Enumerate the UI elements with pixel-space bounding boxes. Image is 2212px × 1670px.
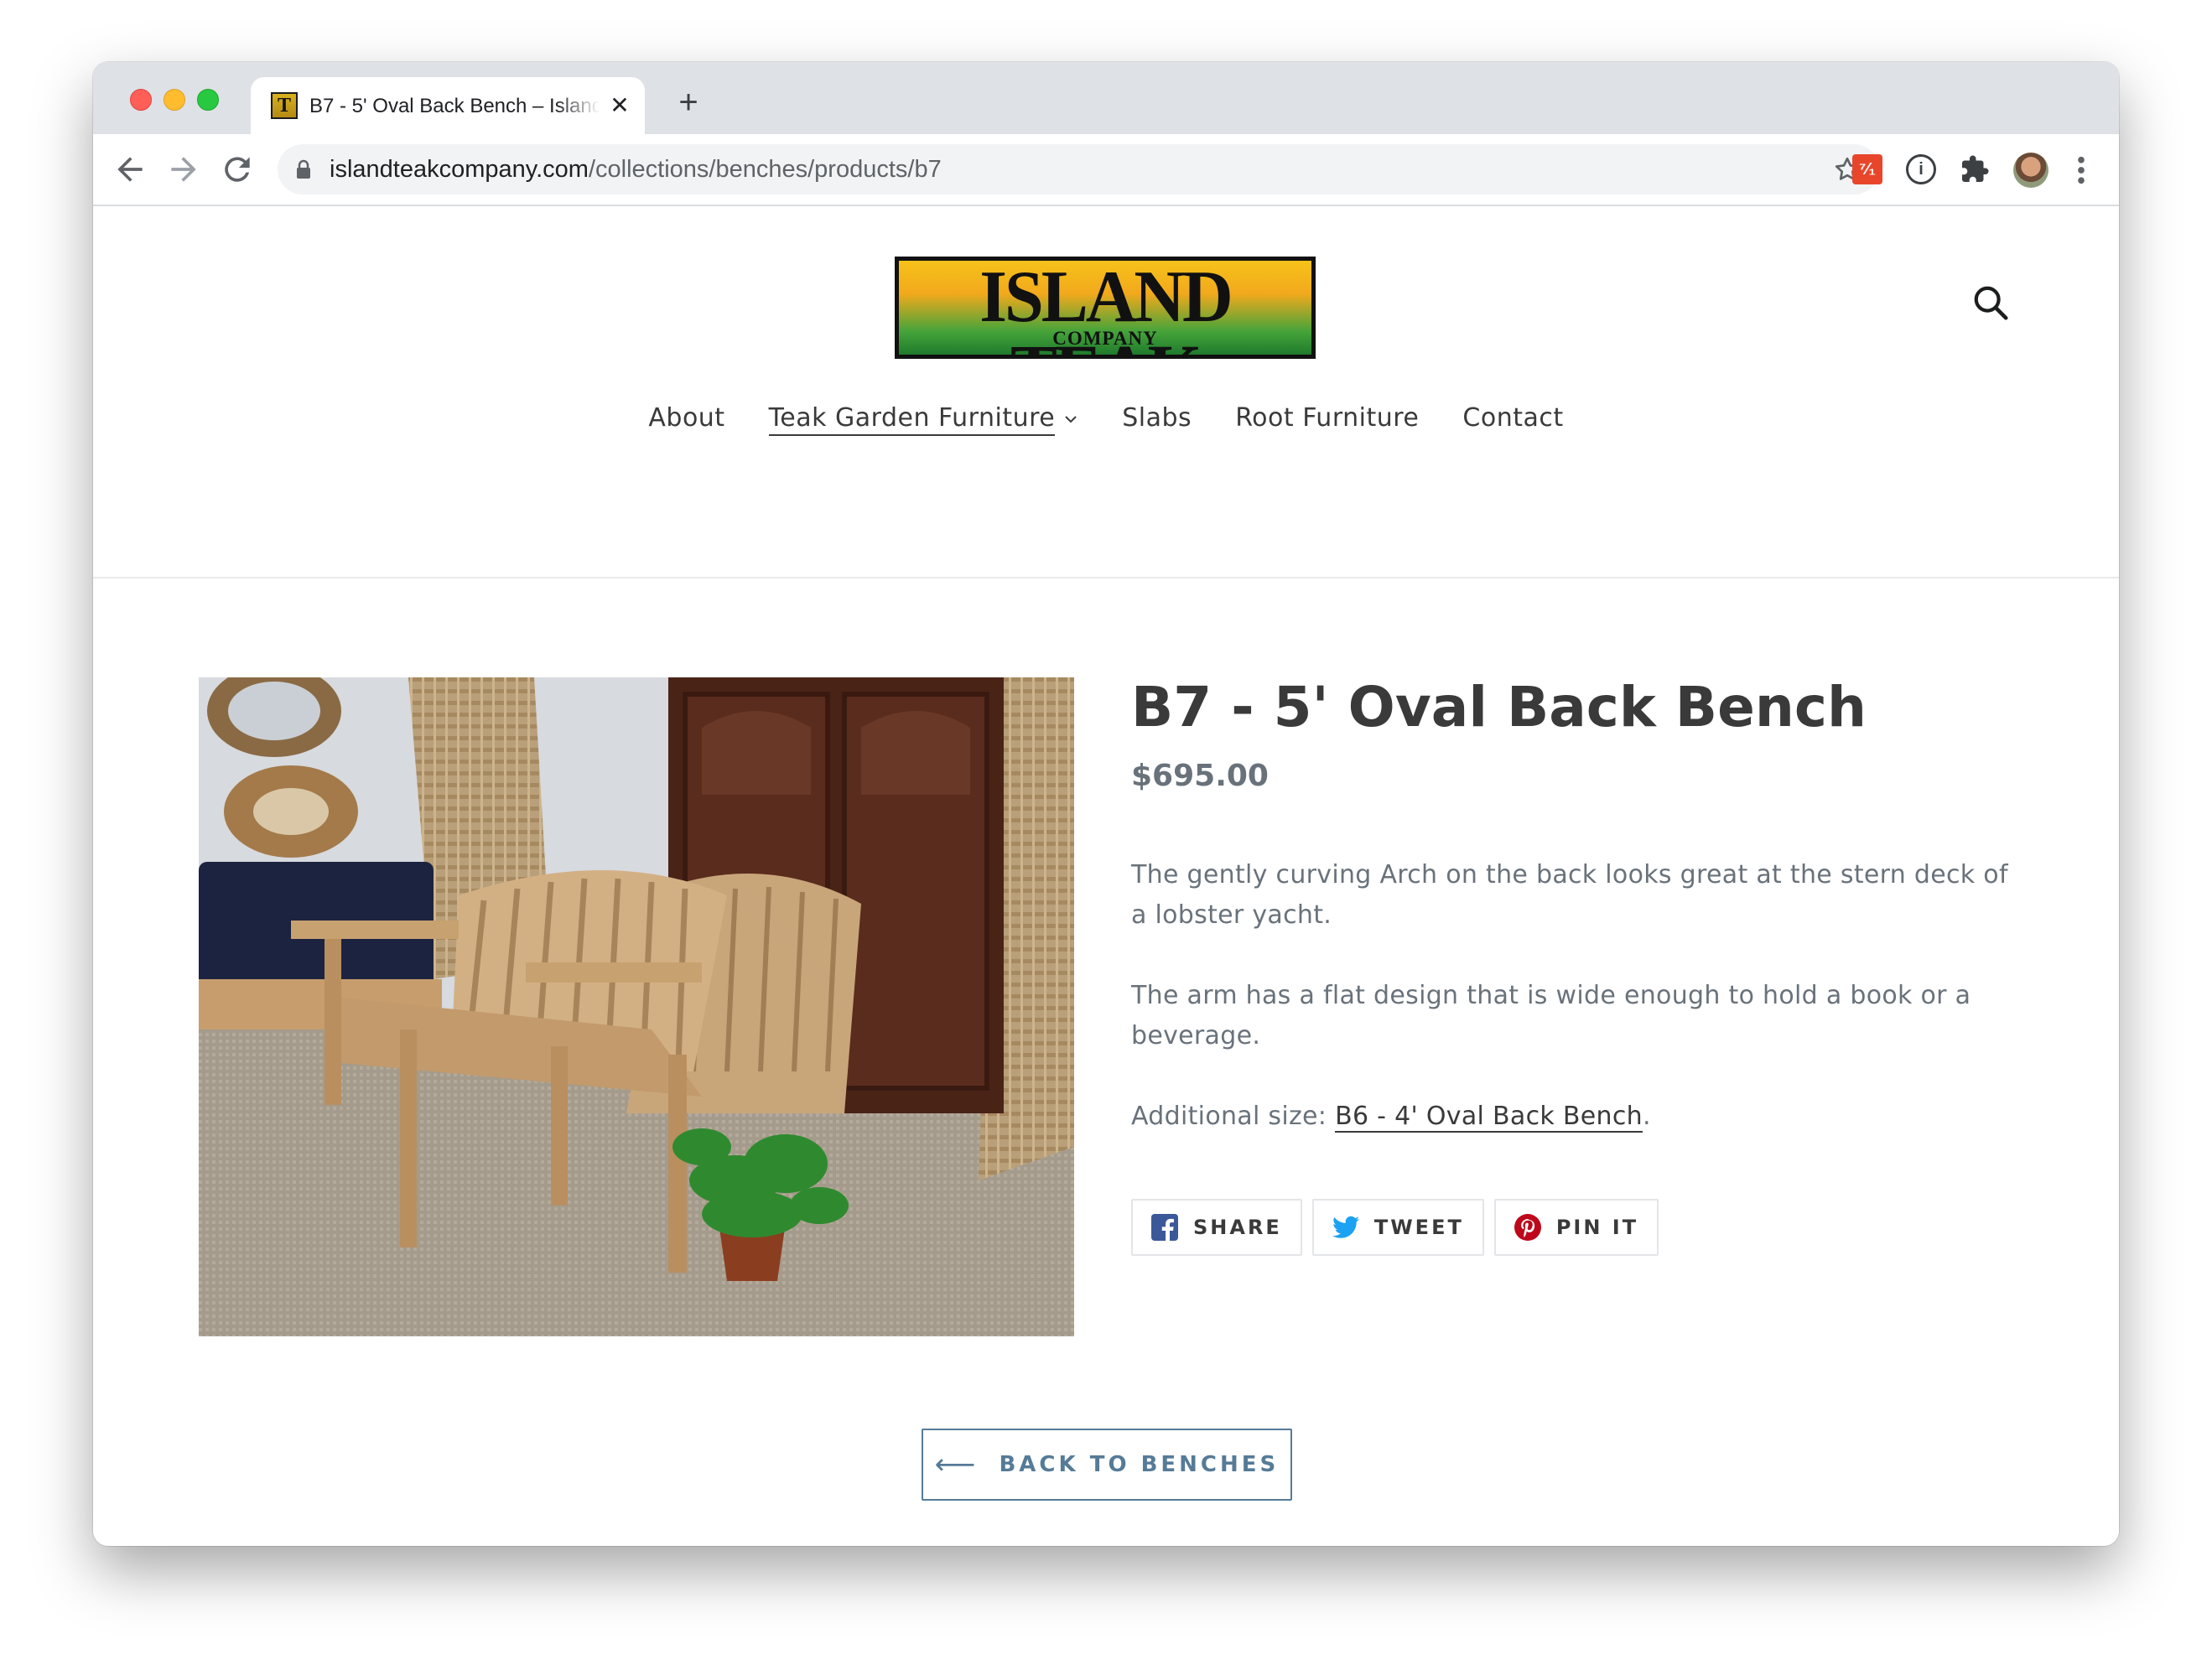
additional-size-link[interactable]: B6 - 4' Oval Back Bench — [1335, 1102, 1643, 1133]
twitter-icon — [1332, 1216, 1359, 1238]
site-logo[interactable]: ISLAND TEAK COMPANY — [895, 257, 1316, 359]
minimize-window-button[interactable] — [164, 89, 185, 111]
product-section: B7 - 5' Oval Back Bench $695.00 The gent… — [93, 578, 2119, 1546]
extension-icon-red[interactable]: ⁷⁄₁ — [1852, 154, 1882, 184]
nav-label-about: About — [648, 403, 725, 433]
new-tab-button[interactable]: + — [672, 86, 705, 119]
back-to-benches-button[interactable]: ⟵ BACK TO BENCHES — [922, 1429, 1292, 1501]
social-share-row: SHARE TWEET PIN IT — [1131, 1199, 1659, 1258]
facebook-icon — [1151, 1214, 1178, 1241]
nav-item-slabs[interactable]: Slabs — [1122, 397, 1192, 439]
site-favicon-icon: T — [271, 92, 298, 119]
chevron-down-icon — [1063, 398, 1078, 440]
nav-label-root-furniture: Root Furniture — [1235, 403, 1420, 433]
url-host: islandteakcompany.com — [330, 156, 589, 183]
left-arrow-icon: ⟵ — [934, 1448, 976, 1481]
back-arrow-icon[interactable] — [112, 151, 148, 188]
browser-toolbar: islandteakcompany.com/collections/benche… — [93, 134, 2119, 206]
lock-icon — [297, 159, 310, 179]
logo-sub-text: COMPANY — [1052, 328, 1158, 349]
nav-item-about[interactable]: About — [648, 397, 724, 439]
share-pinterest-label: PIN IT — [1555, 1216, 1639, 1239]
product-description-1: The gently curving Arch on the back look… — [1131, 860, 2008, 930]
profile-avatar[interactable] — [2013, 153, 2048, 188]
nav-item-contact[interactable]: Contact — [1462, 397, 1563, 439]
nav-label-teak-garden-furniture: Teak Garden Furniture — [768, 403, 1056, 436]
product-photo[interactable] — [199, 677, 1074, 1336]
site-header: ISLAND TEAK COMPANY About Teak Garden Fu… — [93, 206, 2119, 578]
pinterest-icon — [1514, 1214, 1541, 1241]
additional-size-suffix: . — [1642, 1102, 1651, 1131]
product-price: $695.00 — [1131, 759, 1269, 793]
share-facebook-label: SHARE — [1193, 1216, 1282, 1239]
tab-strip: T B7 - 5' Oval Back Bench – Island Teak … — [93, 62, 2119, 134]
back-to-benches-label: BACK TO BENCHES — [999, 1452, 1280, 1477]
share-pinterest-button[interactable]: PIN IT — [1493, 1199, 1659, 1256]
additional-size-line: Additional size: B6 - 4' Oval Back Bench… — [1131, 1097, 2012, 1137]
nav-item-teak-garden-furniture[interactable]: Teak Garden Furniture — [768, 397, 1079, 440]
share-twitter-button[interactable]: TWEET — [1311, 1199, 1484, 1256]
browser-tab-active[interactable]: T B7 - 5' Oval Back Bench – Island Teak … — [251, 77, 645, 134]
product-title: B7 - 5' Oval Back Bench — [1131, 675, 1867, 739]
reload-icon[interactable] — [219, 151, 256, 188]
main-navigation: About Teak Garden Furniture Slabs Root F… — [93, 397, 2119, 439]
browser-menu-icon[interactable] — [2069, 153, 2094, 188]
url-path: /collections/benches/products/b7 — [588, 156, 942, 183]
tab-title: B7 - 5' Oval Back Bench – Island Teak Co… — [309, 95, 600, 117]
nav-item-root-furniture[interactable]: Root Furniture — [1235, 397, 1419, 439]
web-page: ISLAND TEAK COMPANY About Teak Garden Fu… — [93, 206, 2119, 1546]
nav-label-slabs: Slabs — [1122, 403, 1192, 433]
search-icon[interactable] — [1971, 283, 2010, 322]
url-text[interactable]: islandteakcompany.com/collections/benche… — [330, 156, 942, 183]
browser-window: T B7 - 5' Oval Back Bench – Island Teak … — [93, 62, 2119, 1546]
address-bar[interactable]: islandteakcompany.com/collections/benche… — [278, 144, 1879, 194]
product-description-2: The arm has a flat design that is wide e… — [1131, 981, 1971, 1050]
zoom-window-button[interactable] — [197, 89, 219, 111]
forward-arrow-icon[interactable] — [165, 151, 202, 188]
extensions-puzzle-icon[interactable] — [1960, 154, 1990, 184]
extension-icon-info[interactable]: i — [1906, 154, 1936, 184]
close-tab-icon[interactable]: ✕ — [606, 92, 633, 119]
close-window-button[interactable] — [130, 89, 152, 111]
additional-size-prefix: Additional size: — [1131, 1102, 1336, 1131]
nav-label-contact: Contact — [1462, 403, 1564, 433]
share-facebook-button[interactable]: SHARE — [1131, 1199, 1302, 1256]
share-twitter-label: TWEET — [1373, 1216, 1464, 1239]
